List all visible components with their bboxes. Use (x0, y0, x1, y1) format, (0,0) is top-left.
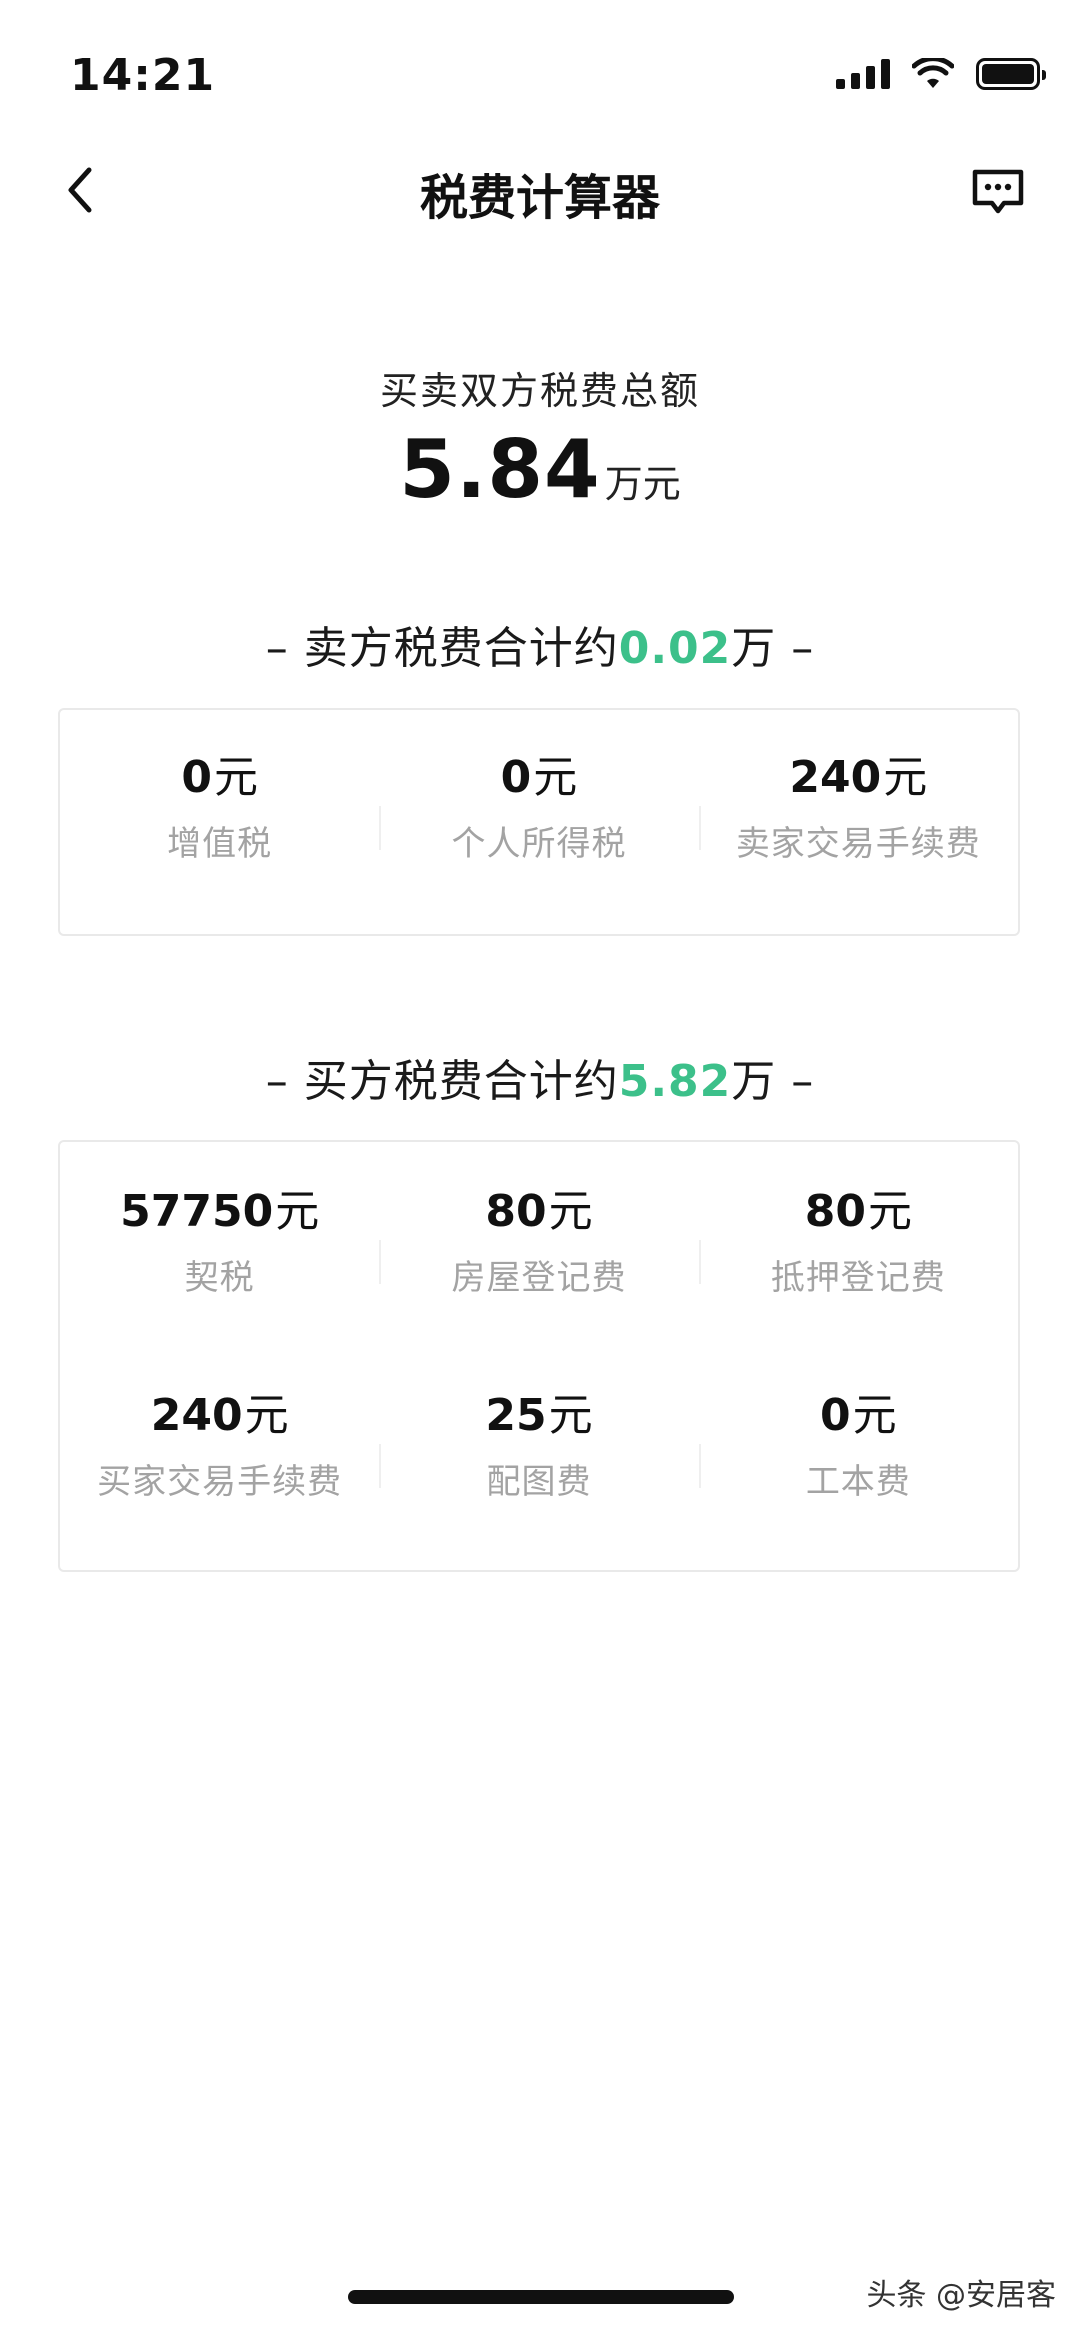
buyer-section-header: – 买方税费合计约5.82万 – (0, 1045, 1080, 1109)
message-dots-icon (972, 169, 1024, 214)
fee-item-map-fee: 25元 配图费 (379, 1386, 698, 1536)
total-unit: 万元 (604, 462, 681, 506)
total-value: 5.84 (399, 423, 601, 516)
fee-value: 240元 (150, 1390, 289, 1441)
cellular-signal-icon (836, 59, 890, 89)
buyer-total-amount: 5.82 (618, 1056, 732, 1107)
fee-label: 契税 (184, 1258, 255, 1298)
fee-label: 工本费 (805, 1462, 911, 1502)
fee-item-income-tax: 0元 个人所得税 (379, 748, 698, 898)
fee-item-mortgage-registration: 80元 抵押登记费 (698, 1182, 1018, 1332)
status-bar: 14:21 (0, 0, 1080, 150)
seller-section-header: – 卖方税费合计约0.02万 – (0, 612, 1080, 676)
feedback-button[interactable] (966, 162, 1030, 222)
fee-value: 57750元 (120, 1186, 320, 1237)
fee-item-vat: 0元 增值税 (60, 748, 379, 898)
seller-fee-card: 0元 增值税 0元 个人所得税 240元 卖家交易手续费 (58, 708, 1020, 936)
status-icons (836, 58, 1046, 90)
fee-label: 个人所得税 (451, 824, 627, 864)
battery-icon (976, 58, 1046, 90)
home-indicator[interactable] (348, 2290, 734, 2304)
wifi-icon (912, 58, 954, 88)
fee-value: 25元 (485, 1390, 593, 1441)
buyer-fee-card: 57750元 契税 80元 房屋登记费 80元 抵押登记费 240元 买家交易手… (58, 1140, 1020, 1572)
fee-label: 配图费 (486, 1462, 592, 1502)
buyer-header-suffix: 万 (731, 1056, 777, 1107)
status-time: 14:21 (70, 50, 216, 101)
fee-label: 增值税 (167, 824, 273, 864)
tax-calculator-page: 14:21 税费计算器 买卖双方税费总额 5.84 万元 – 卖方税费合计约0.… (0, 0, 1080, 2339)
fee-value: 80元 (485, 1186, 593, 1237)
fee-label: 房屋登记费 (451, 1258, 627, 1298)
fee-item-deed-tax: 57750元 契税 (60, 1182, 379, 1332)
fee-item-property-registration: 80元 房屋登记费 (379, 1182, 698, 1332)
buyer-fee-row: 57750元 契税 80元 房屋登记费 80元 抵押登记费 (60, 1182, 1018, 1332)
nav-bar: 税费计算器 (0, 150, 1080, 230)
fee-item-certificate-fee: 0元 工本费 (698, 1386, 1018, 1536)
total-summary: 买卖双方税费总额 5.84 万元 (0, 360, 1080, 516)
fee-value: 80元 (804, 1186, 912, 1237)
watermark: 头条 @安居客 (866, 2278, 1056, 2313)
page-title: 税费计算器 (419, 170, 660, 226)
seller-header-suffix: 万 (731, 623, 777, 674)
dash-right: – (776, 623, 815, 674)
total-label: 买卖双方税费总额 (379, 369, 700, 413)
seller-total-amount: 0.02 (618, 623, 732, 674)
fee-item-seller-transaction-fee: 240元 卖家交易手续费 (698, 748, 1018, 898)
fee-value: 0元 (820, 1390, 897, 1441)
buyer-fee-row: 240元 买家交易手续费 25元 配图费 0元 工本费 (60, 1386, 1018, 1536)
total-amount: 5.84 万元 (0, 423, 1080, 516)
fee-label: 卖家交易手续费 (735, 824, 981, 864)
fee-value: 0元 (500, 752, 578, 803)
dash-left: – (265, 1056, 304, 1107)
dash-right: – (776, 1056, 815, 1107)
fee-label: 买家交易手续费 (97, 1462, 343, 1502)
seller-header-prefix: 卖方税费合计约 (303, 623, 619, 674)
buyer-header-prefix: 买方税费合计约 (303, 1056, 619, 1107)
dash-left: – (265, 623, 304, 674)
fee-label: 抵押登记费 (770, 1258, 946, 1298)
seller-fee-row: 0元 增值税 0元 个人所得税 240元 卖家交易手续费 (60, 748, 1018, 898)
fee-item-buyer-transaction-fee: 240元 买家交易手续费 (60, 1386, 379, 1536)
fee-value: 240元 (789, 752, 928, 803)
fee-value: 0元 (181, 752, 258, 803)
